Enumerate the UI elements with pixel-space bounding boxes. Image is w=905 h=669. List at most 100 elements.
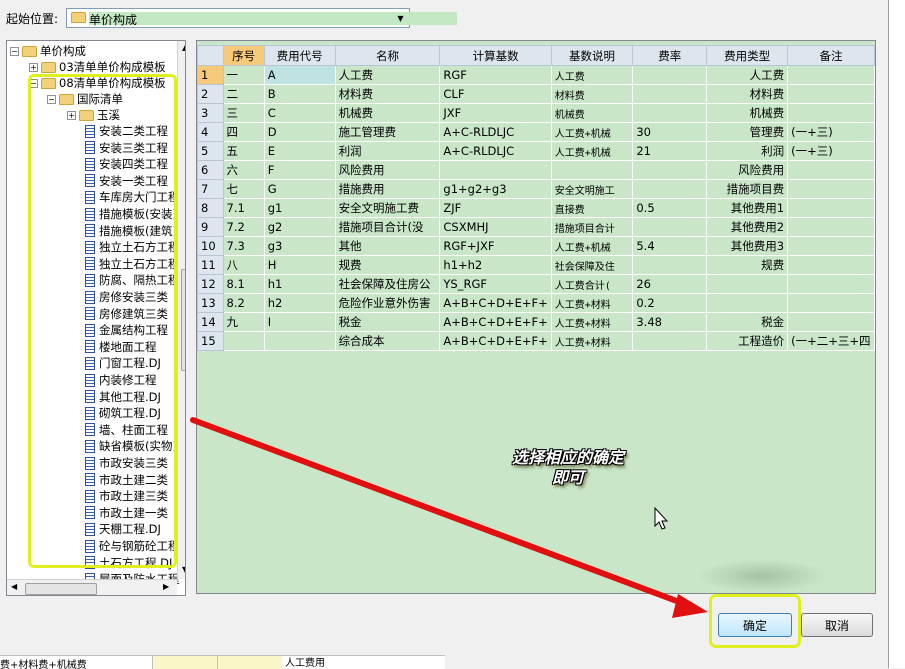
table-cell[interactable]: A+B+C+D+E+F+ <box>439 312 552 332</box>
table-cell[interactable]: 措施费用 <box>334 179 441 199</box>
table-cell[interactable] <box>787 293 875 313</box>
row-number[interactable]: 2 <box>197 84 224 104</box>
table-row[interactable]: 11 八 H 规费 h1+h2 社会保障及住 规费 <box>197 255 875 275</box>
column-header[interactable]: 序号 <box>222 45 265 66</box>
table-cell[interactable]: 30 <box>632 122 708 142</box>
table-cell[interactable]: 一 <box>222 65 265 85</box>
table-cell[interactable]: (一+三) <box>787 141 875 161</box>
table-cell[interactable]: g2 <box>263 217 336 237</box>
table-row[interactable]: 8 7.1 g1 安全文明施工费 ZJF 直接费 0.5 其他费用1 <box>197 198 875 218</box>
table-cell[interactable]: 人工费+材料 <box>550 331 634 351</box>
tree-item[interactable]: 安装三类工程 <box>85 140 168 156</box>
tree-item[interactable]: 土石方工程.DJ <box>85 555 172 571</box>
collapse-icon[interactable]: − <box>47 94 56 104</box>
table-cell[interactable]: 7.2 <box>222 217 265 237</box>
table-cell[interactable]: 5.4 <box>632 236 708 256</box>
table-cell[interactable]: 四 <box>222 122 265 142</box>
table-cell[interactable]: 危险作业意外伤害 <box>334 293 441 313</box>
table-cell[interactable] <box>263 331 336 351</box>
table-cell[interactable]: 机械费 <box>550 103 634 123</box>
collapse-icon[interactable]: − <box>10 46 19 56</box>
table-cell[interactable] <box>706 274 789 294</box>
tree-item[interactable]: 房修安装三类 <box>85 289 168 305</box>
table-cell[interactable]: 其他费用3 <box>706 236 789 256</box>
scroll-left-icon[interactable]: ◀ <box>11 582 17 591</box>
column-header[interactable]: 备注 <box>787 45 875 66</box>
table-cell[interactable] <box>706 293 789 313</box>
table-cell[interactable]: D <box>263 122 336 142</box>
tree-item[interactable]: 独立土石方工程 <box>85 256 180 272</box>
table-cell[interactable]: 8.2 <box>222 293 265 313</box>
row-number[interactable]: 8 <box>197 198 224 218</box>
table-cell[interactable] <box>222 331 265 351</box>
table-cell[interactable]: CSXMHJ <box>439 217 552 237</box>
table-cell[interactable] <box>632 255 708 275</box>
row-number[interactable]: 1 <box>197 65 224 85</box>
cost-table[interactable]: 序号 费用代号 名称 计算基数 基数说明 费率 费用类型 备注 1 一 A 人工费 RGF 人工费 人工费… <box>197 45 875 351</box>
table-cell[interactable]: F <box>263 160 336 180</box>
table-cell[interactable]: E <box>263 141 336 161</box>
table-cell[interactable]: g3 <box>263 236 336 256</box>
table-cell[interactable]: 二 <box>222 84 265 104</box>
table-cell[interactable]: RGF+JXF <box>439 236 552 256</box>
table-cell[interactable] <box>632 331 708 351</box>
tree-item[interactable]: 楼地面工程 <box>85 339 157 355</box>
table-cell[interactable]: RGF <box>439 65 552 85</box>
row-number[interactable]: 14 <box>197 312 224 332</box>
table-cell[interactable]: 五 <box>222 141 265 161</box>
table-row[interactable]: 10 7.3 g3 其他 RGF+JXF 人工费+机械 5.4 其他费用3 <box>197 236 875 256</box>
row-number[interactable]: 6 <box>197 160 224 180</box>
table-row[interactable]: 3 三 C 机械费 JXF 机械费 机械费 <box>197 103 875 123</box>
table-cell[interactable]: 规费 <box>706 255 789 275</box>
tree-vertical-scrollbar[interactable]: ▲ ▼ <box>177 41 185 579</box>
scroll-down-icon[interactable]: ▼ <box>182 565 185 574</box>
table-cell[interactable]: 施工管理费 <box>334 122 441 142</box>
tree-item[interactable]: − 08清单单价构成模板 <box>29 75 166 91</box>
table-cell[interactable]: 人工费 <box>550 65 634 85</box>
row-number[interactable]: 15 <box>197 331 224 351</box>
table-cell[interactable]: 八 <box>222 255 265 275</box>
table-cell[interactable]: 人工费+机械 <box>550 236 634 256</box>
start-location-combo[interactable]: 单价构成 ▼ <box>66 8 457 28</box>
ok-button[interactable]: 确定 <box>718 613 792 637</box>
table-row[interactable]: 12 8.1 h1 社会保障及住房公 YS_RGF 人工费合计(26 <box>197 274 875 294</box>
table-row[interactable]: 2 二 B 材料费 CLF 材料费 材料费 <box>197 84 875 104</box>
table-cell[interactable]: 0.2 <box>632 293 708 313</box>
column-header[interactable]: 费率 <box>632 45 708 66</box>
table-row[interactable]: 6 六 F 风险费用 风险费用 <box>197 160 875 180</box>
table-cell[interactable]: 其他费用2 <box>706 217 789 237</box>
cost-structure-grid[interactable]: 序号 费用代号 名称 计算基数 基数说明 费率 费用类型 备注 1 一 A 人工费 RGF 人工费 人工费… <box>196 40 876 594</box>
tree-item[interactable]: 砌筑工程.DJ <box>85 405 161 421</box>
table-row[interactable]: 14 九 I 税金 A+B+C+D+E+F+ 人工费+材料 3.48 税金 <box>197 312 875 332</box>
row-number[interactable]: 10 <box>197 236 224 256</box>
table-row[interactable]: 7 七 G 措施费用 g1+g2+g3 安全文明施工 措施项目费 <box>197 179 875 199</box>
table-cell[interactable]: 人工费 <box>334 65 441 85</box>
table-cell[interactable]: 管理费 <box>706 122 789 142</box>
table-body[interactable]: 1 一 A 人工费 RGF 人工费 人工费 2 二 B 材料费 CLF 材料费 材料费 3 三 C 机械费 JXF 机… <box>197 65 875 351</box>
table-cell[interactable]: 利润 <box>706 141 789 161</box>
tree-item[interactable]: 市政土建一类 <box>85 505 168 521</box>
table-cell[interactable] <box>632 103 708 123</box>
table-cell[interactable]: 三 <box>222 103 265 123</box>
table-cell[interactable]: (一+三) <box>787 122 875 142</box>
row-number[interactable]: 3 <box>197 103 224 123</box>
table-cell[interactable]: I <box>263 312 336 332</box>
table-cell[interactable]: CLF <box>439 84 552 104</box>
table-cell[interactable]: B <box>263 84 336 104</box>
template-tree[interactable]: − 单价构成 + 03清单单价构成模板 − 08清单单价构成模板 − 国际清单 … <box>6 40 186 596</box>
table-cell[interactable]: 机械费 <box>334 103 441 123</box>
table-cell[interactable] <box>439 160 552 180</box>
scroll-right-icon[interactable]: ▶ <box>163 582 169 591</box>
tree-item[interactable]: 其他工程.DJ <box>85 389 161 405</box>
table-cell[interactable]: 人工费+材料 <box>550 293 634 313</box>
table-row[interactable]: 13 8.2 h2 危险作业意外伤害 A+B+C+D+E+F+ 人工费+材料 0.2 <box>197 293 875 313</box>
table-cell[interactable] <box>787 84 875 104</box>
table-row[interactable]: 4 四 D 施工管理费 A+C-RLDLJC 人工费+机械 30 管理费 (一+三) <box>197 122 875 142</box>
table-cell[interactable]: 九 <box>222 312 265 332</box>
table-cell[interactable]: 安全文明施工 <box>550 179 634 199</box>
table-cell[interactable] <box>787 179 875 199</box>
scroll-thumb[interactable] <box>25 583 97 595</box>
table-cell[interactable]: 材料费 <box>334 84 441 104</box>
table-cell[interactable] <box>787 255 875 275</box>
table-cell[interactable]: H <box>263 255 336 275</box>
